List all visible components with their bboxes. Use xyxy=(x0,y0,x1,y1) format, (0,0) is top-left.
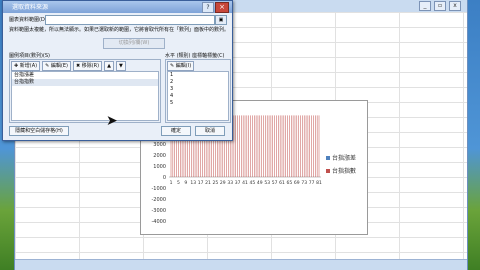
y-tick-label: 2000 xyxy=(153,153,166,159)
series-panel-title: 圖例項目(數列)(S) xyxy=(9,53,50,59)
edit-label: 編輯(E) xyxy=(50,63,68,69)
ok-button[interactable]: 確定 xyxy=(161,126,191,136)
axis-item[interactable]: 2 xyxy=(168,79,228,86)
add-series-button[interactable]: ✚ 新增(A) xyxy=(11,61,41,71)
collapse-dialog-icon[interactable]: ▣ xyxy=(215,15,227,25)
y-tick-label: -2000 xyxy=(151,197,166,203)
y-tick-label: 1000 xyxy=(153,164,166,170)
x-tick-label: 33 xyxy=(227,180,233,186)
axis-edit-label: 編輯(I) xyxy=(175,63,192,69)
x-tick-label: 13 xyxy=(190,180,196,186)
y-tick-label: -1000 xyxy=(151,186,166,192)
series-item[interactable]: 台指漲差 xyxy=(12,72,158,79)
x-tick-label: 77 xyxy=(309,180,315,186)
switch-row-column-button[interactable]: 切換列/欄(W) xyxy=(103,38,165,49)
y-tick-label: -4000 xyxy=(151,219,166,225)
move-up-icon[interactable]: ▲ xyxy=(104,61,114,71)
hidden-empty-cells-button[interactable]: 隱藏和空白儲存格(H) xyxy=(9,126,69,136)
x-tick-label: 25 xyxy=(213,180,219,186)
mouse-cursor: ➤ xyxy=(106,113,118,129)
axis-item[interactable]: 1 xyxy=(168,72,228,79)
x-tick-label: 53 xyxy=(264,180,270,186)
chart-range-input[interactable] xyxy=(45,15,215,25)
x-tick-label: 9 xyxy=(184,180,187,186)
status-bar xyxy=(15,259,467,270)
chart-range-row: 圖表資料範圍(D): ▣ xyxy=(9,15,227,25)
legend-item-series-1: 台指漲差 xyxy=(326,153,356,162)
x-tick-label: 37 xyxy=(235,180,241,186)
remove-label: 移除(R) xyxy=(81,63,100,69)
x-tick-label: 81 xyxy=(316,180,322,186)
x-tick-label: 61 xyxy=(279,180,285,186)
cancel-button[interactable]: 取消 xyxy=(195,126,225,136)
dialog-title: 選取資料來源 xyxy=(12,4,49,11)
dialog-title-bar[interactable]: 選取資料來源 ? × xyxy=(3,1,232,13)
minimize-button[interactable]: _ xyxy=(419,1,431,11)
edit-series-button[interactable]: ✎ 編輯(E) xyxy=(42,61,71,71)
x-tick-label: 57 xyxy=(272,180,278,186)
axis-label-list[interactable]: 1 2 3 4 5 xyxy=(167,71,229,121)
chart-legend[interactable]: 台指漲差 台指指數 xyxy=(326,153,356,179)
x-tick-label: 21 xyxy=(205,180,211,186)
axis-item[interactable]: 5 xyxy=(168,100,228,107)
legend-swatch xyxy=(326,168,330,173)
edit-axis-button[interactable]: ✎ 編輯(I) xyxy=(167,61,195,71)
x-tick-label: 65 xyxy=(287,180,293,186)
restore-button[interactable]: ▫ xyxy=(434,1,446,11)
axis-item[interactable]: 4 xyxy=(168,93,228,100)
remove-series-button[interactable]: ✖ 移除(R) xyxy=(72,61,103,71)
x-tick-label: 5 xyxy=(177,180,180,186)
x-tick-label: 73 xyxy=(301,180,307,186)
x-tick-label: 17 xyxy=(198,180,204,186)
series-list[interactable]: 台指漲差 台指指數 xyxy=(11,71,159,121)
help-icon[interactable]: ? xyxy=(202,2,214,13)
x-tick-label: 69 xyxy=(294,180,300,186)
x-tick-label: 29 xyxy=(220,180,226,186)
x-tick-label: 49 xyxy=(257,180,263,186)
axis-panel-title: 水平 (類別) 座標軸標籤(C) xyxy=(165,53,225,59)
x-tick-label: 1 xyxy=(170,180,173,186)
add-label: 新增(A) xyxy=(19,63,38,69)
move-down-icon[interactable]: ▼ xyxy=(115,61,126,71)
x-tick-label: 45 xyxy=(250,180,256,186)
legend-label: 台指漲差 xyxy=(332,155,357,162)
axis-panel: ✎ 編輯(I) 1 2 3 4 5 xyxy=(165,59,231,123)
axis-item[interactable]: 3 xyxy=(168,86,228,93)
y-tick-label: -3000 xyxy=(151,208,166,214)
y-tick-label: 0 xyxy=(163,175,166,181)
x-tick-label: 41 xyxy=(242,180,248,186)
series-item[interactable]: 台指指數 xyxy=(12,79,158,86)
close-icon[interactable]: × xyxy=(215,2,229,13)
series-panel: ✚ 新增(A) ✎ 編輯(E) ✖ 移除(R) ▲ ▼ 台指漲差 台指指數 xyxy=(9,59,161,123)
legend-label: 台指指數 xyxy=(332,168,357,175)
chart-range-label: 圖表資料範圍(D): xyxy=(9,17,49,23)
legend-item-series-2: 台指指數 xyxy=(326,166,356,175)
legend-swatch xyxy=(326,155,330,160)
close-window-button[interactable]: x xyxy=(449,1,461,11)
range-note: 資料範圍太複雜，所以無法顯示。如果已選取新的範圍，它將會取代所有在「數列」面板中… xyxy=(9,27,230,33)
y-tick-label: 3000 xyxy=(153,142,166,148)
